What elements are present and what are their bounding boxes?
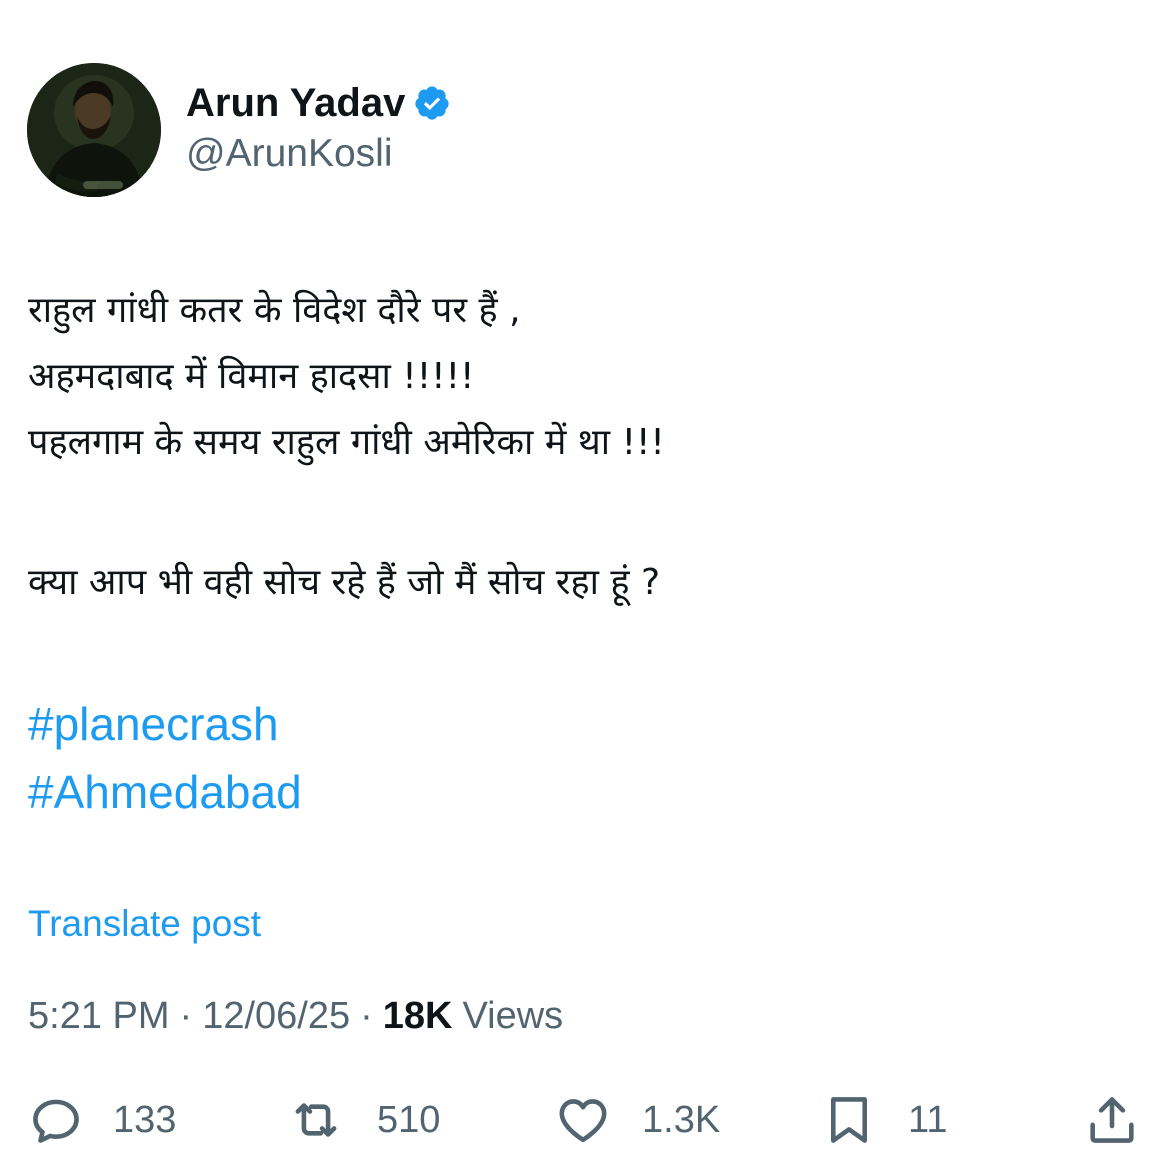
- like-count: 1.3K: [642, 1098, 721, 1141]
- reply-icon: [33, 1099, 79, 1143]
- bookmark-count: 11: [908, 1098, 948, 1141]
- tweet-line: पहलगाम के समय राहुल गांधी अमेरिका में था…: [28, 422, 665, 463]
- tweet-line: अहमदाबाद में विमान हादसा !!!!!: [28, 356, 475, 397]
- hashtag-link[interactable]: #planecrash: [28, 690, 302, 758]
- views-label[interactable]: Views: [462, 995, 563, 1038]
- tweet-time[interactable]: 5:21 PM: [28, 995, 170, 1038]
- tweet-line: राहुल गांधी कतर के विदेश दौरे पर हैं ,: [28, 290, 521, 331]
- reply-count: 133: [113, 1098, 177, 1141]
- hashtag-list: #planecrash #Ahmedabad: [28, 690, 302, 826]
- retweet-icon: [295, 1103, 337, 1137]
- share-icon: [1090, 1097, 1134, 1143]
- tweet-line: क्या आप भी वही सोच रहे हैं जो मैं सोच रह…: [28, 562, 661, 603]
- views-count[interactable]: 18K: [383, 995, 453, 1038]
- author-handle[interactable]: @ArunKosli: [186, 132, 393, 176]
- heart-icon: [559, 1099, 607, 1143]
- bookmark-button[interactable]: 11: [820, 1085, 947, 1155]
- meta-separator: ·: [179, 995, 193, 1037]
- action-bar: 133 510 1.3K 11: [0, 1085, 1169, 1155]
- share-button[interactable]: [1083, 1085, 1141, 1155]
- bookmark-icon: [830, 1097, 868, 1143]
- tweet-meta: 5:21 PM · 12/06/25 · 18K Views: [28, 995, 563, 1038]
- avatar[interactable]: [27, 63, 161, 197]
- meta-separator: ·: [360, 995, 373, 1037]
- tweet-text: राहुल गांधी कतर के विदेश दौरे पर हैं , अ…: [28, 278, 1138, 616]
- tweet-date[interactable]: 12/06/25: [202, 995, 350, 1038]
- avatar-photo: [27, 63, 161, 197]
- hashtag-link[interactable]: #Ahmedabad: [28, 758, 302, 826]
- reply-button[interactable]: 133: [27, 1085, 176, 1155]
- retweet-count: 510: [377, 1098, 441, 1141]
- translate-post-link[interactable]: Translate post: [28, 903, 261, 945]
- author-display-name[interactable]: Arun Yadav: [186, 81, 405, 126]
- verified-badge-icon[interactable]: [413, 84, 451, 122]
- retweet-button[interactable]: 510: [287, 1085, 440, 1155]
- like-button[interactable]: 1.3K: [554, 1085, 720, 1155]
- author-name-row[interactable]: Arun Yadav: [186, 78, 451, 128]
